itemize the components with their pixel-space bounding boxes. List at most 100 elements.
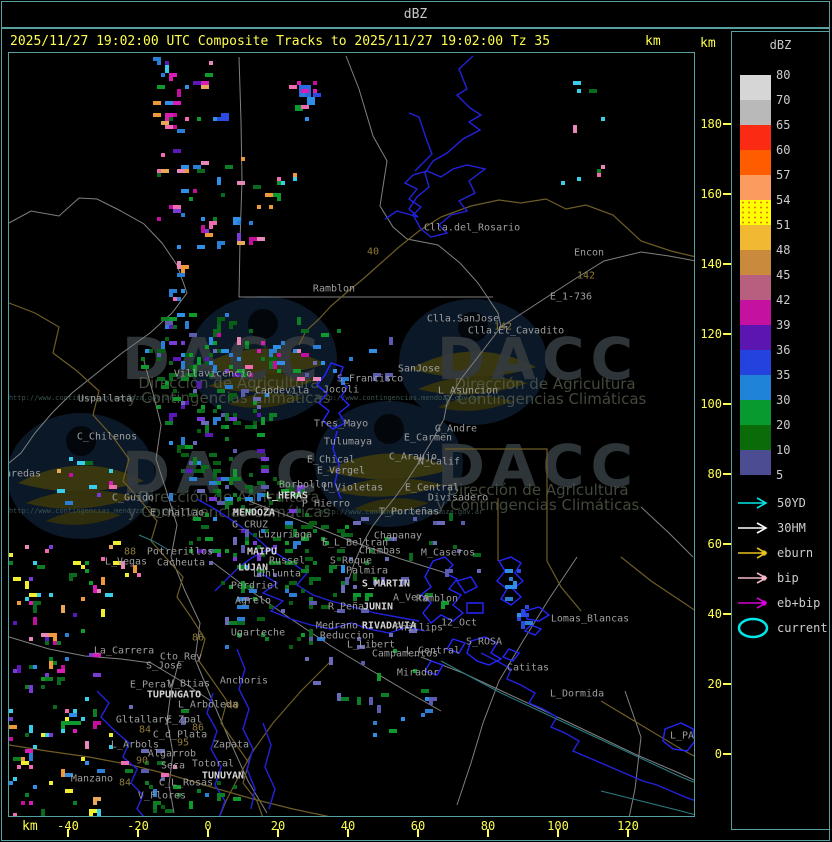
radar-echo-cell [377,709,381,713]
place-name-label: V_Btias [167,678,211,690]
radar-echo-cell [169,325,173,329]
place-name-label: Villavicencio [173,368,253,380]
place-name-label: Palmira [345,565,389,577]
radar-echo-cell [33,593,37,597]
radar-echo-cell [521,625,525,629]
radar-echo-cell [281,361,285,365]
radar-echo-cell [385,693,389,697]
radar-echo-cell [205,345,209,349]
radar-echo-cell [157,101,161,105]
radar-echo-cell [185,169,189,173]
radar-echo-cell [9,553,13,557]
radar-echo-cell [329,569,333,573]
radar-echo-cell [257,397,261,401]
place-name-label: Capdevila [254,385,310,397]
radar-echo-cell [221,581,225,585]
radar-echo-cell [361,661,365,665]
dbz-scale-band [740,100,771,125]
radar-echo-cell [33,745,37,749]
page-title: dBZ [403,7,428,22]
radar-echo-cell [309,605,313,609]
radar-echo-cell [225,425,229,429]
radar-echo-cell [173,73,177,77]
radar-echo-cell [53,705,57,709]
radar-echo-cell [509,597,513,601]
right-axis-tick-label: 140 [700,257,722,271]
radar-echo-cell [89,813,93,816]
radar-echo-cell [93,809,97,813]
radar-echo-cell [525,613,529,617]
radar-echo-cell [477,569,481,573]
radar-echo-cell [201,169,205,173]
radar-echo-cell [57,641,61,645]
radar-echo-cell [237,357,241,361]
radar-echo-cell [181,129,185,133]
radar-echo-cell [93,485,97,489]
radar-echo-cell [249,473,253,477]
radar-echo-cell [173,317,177,321]
radar-echo-cell [13,621,17,625]
radar-echo-cell [217,469,221,473]
radar-echo-cell [229,353,233,357]
radar-echo-cell [229,325,233,329]
radar-echo-cell [209,361,213,365]
radar-echo-cell [317,93,321,97]
track-arrow-icon [738,522,768,534]
radar-echo-cell [257,557,261,561]
place-name-label: Seca [160,760,186,772]
dbz-scale-band [740,400,771,425]
radar-echo-cell [509,569,513,573]
radar-echo-cell [161,345,165,349]
radar-echo-cell [177,205,181,209]
right-axis-tick [723,403,731,405]
radar-echo-cell [257,497,261,501]
radar-echo-cell [193,477,197,481]
radar-map[interactable]: DACC DACC DACC DACC Dirección de Agricultura… [8,52,695,817]
radar-echo-cell [353,597,357,601]
place-name-label: Campamentos [371,648,439,660]
radar-echo-cell [225,485,229,489]
radar-echo-cell [9,737,13,741]
place-name-label: Catitas [506,662,550,674]
radar-echo-cell [281,609,285,613]
radar-echo-cell [293,177,297,181]
radar-echo-cell [237,497,241,501]
route-number-label: 86 [191,632,205,644]
radar-echo-cell [209,341,213,345]
radar-echo-cell [45,733,49,737]
radar-echo-cell [445,573,449,577]
radar-echo-cell [245,541,249,545]
radar-echo-cell [225,621,229,625]
radar-echo-cell [229,501,233,505]
radar-echo-cell [193,461,197,465]
dbz-scale-band [740,150,771,175]
place-name-label: Lomas_Blancas [550,613,630,625]
radar-echo-cell [17,577,21,581]
radar-echo-cell [85,561,89,565]
radar-echo-cell [181,445,185,449]
radar-echo-cell [185,453,189,457]
right-axis-tick [723,683,731,685]
radar-echo-cell [257,413,261,417]
radar-echo-cell [269,417,273,421]
radar-echo-cell [341,589,345,593]
radar-echo-cell [45,641,49,645]
radar-echo-cell [261,617,265,621]
radar-echo-cell [201,409,205,413]
radar-echo-cell [41,685,45,689]
right-axis-unit-label: km [700,36,716,51]
dbz-scale-label: 5 [776,468,784,482]
radar-echo-cell [185,85,189,89]
radar-echo-cell [461,521,465,525]
legend-marker-label: 30HM [777,521,806,535]
place-name-label: Tulumaya [323,436,373,448]
radar-echo-cell [49,733,53,737]
radar-echo-cell [225,437,229,441]
radar-echo-cell [189,197,193,201]
radar-echo-cell [221,501,225,505]
radar-echo-cell [325,333,329,337]
dbz-scale-label: 54 [776,193,791,207]
right-axis-tick-label: 100 [700,397,722,411]
radar-echo-cell [177,101,181,105]
radar-echo-cell [61,489,65,493]
